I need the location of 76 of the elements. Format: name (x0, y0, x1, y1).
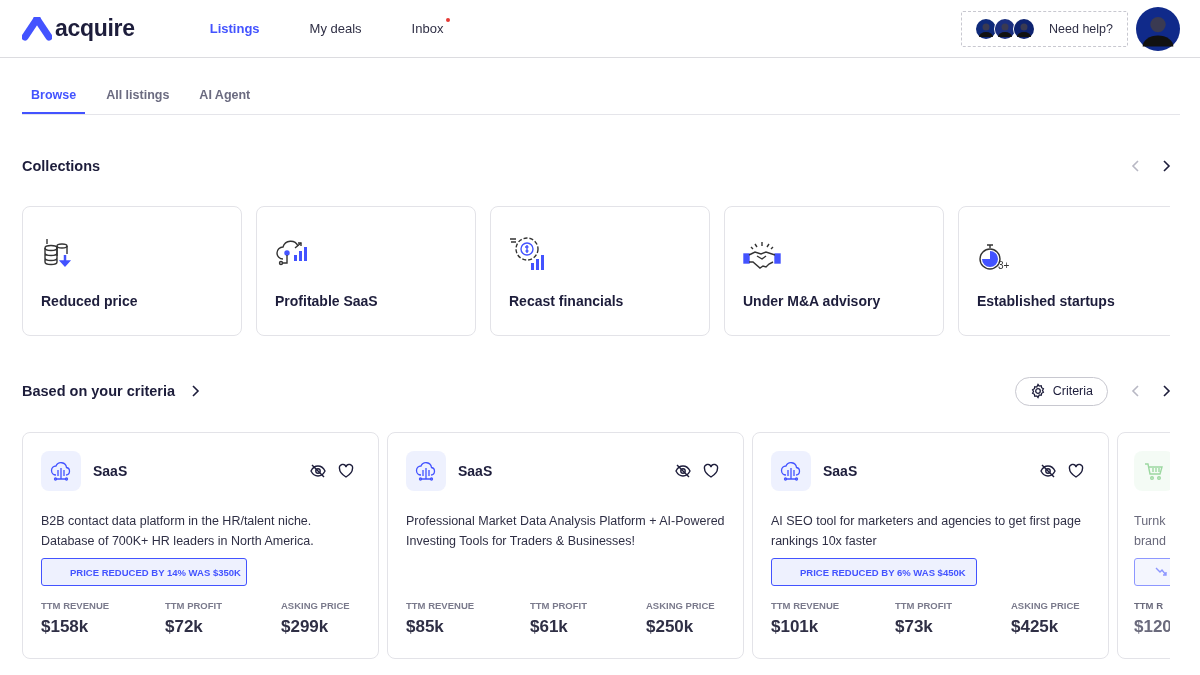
next-icon[interactable] (1160, 159, 1172, 173)
metric-value: $158k (41, 617, 90, 637)
logo-icon (22, 16, 52, 41)
cloud-icon (780, 460, 802, 482)
collection-card[interactable]: 3+ Established startups (958, 206, 1170, 336)
icon-label: 3+ (998, 260, 1010, 271)
collection-label: Reduced price (41, 293, 139, 309)
metric-label: TTM REVENUE (406, 600, 476, 611)
collection-card[interactable]: Recast financials (490, 206, 710, 336)
nav-link[interactable]: Inbox (386, 21, 469, 36)
metric-value: $85k (406, 617, 445, 637)
cloud-icon (415, 460, 437, 482)
logo-text[interactable]: acquire (55, 15, 135, 42)
next-icon[interactable] (189, 384, 202, 398)
metric-value: $72k (165, 617, 204, 637)
listing-description: brand (1134, 533, 1167, 550)
criteria-button[interactable]: Criteria (1014, 376, 1108, 406)
tab[interactable]: Browse (22, 80, 86, 114)
category-label: SaaS (93, 463, 128, 479)
cloud-icon (50, 460, 72, 482)
metric-label: TTM PROFIT (530, 600, 588, 611)
settings-icon (1029, 383, 1046, 399)
metric-label: TTM PROFIT (165, 600, 223, 611)
category-label: SaaS (458, 463, 493, 479)
category-label: SaaS (823, 463, 858, 479)
cart-icon (1144, 461, 1164, 481)
tab[interactable]: AI Agent (190, 80, 260, 114)
support-avatar (994, 17, 1017, 40)
listing-description: AI SEO tool for marketers and agencies to get first page rankings 10x faster (771, 513, 1082, 550)
collection-card[interactable]: Profitable SaaS (256, 206, 476, 336)
user-avatar[interactable] (1136, 6, 1180, 51)
heart-icon[interactable] (338, 463, 354, 479)
next-icon[interactable] (1160, 384, 1172, 398)
collection-card[interactable]: Under M&A advisory (724, 206, 944, 336)
price-reduced-badge: PRICE REDUCED BY 14% WAS $350K (41, 558, 247, 586)
heart-icon[interactable] (1068, 463, 1084, 479)
collection-label: Profitable SaaS (275, 293, 379, 309)
nav-link[interactable]: My deals (284, 21, 387, 36)
hide-icon[interactable] (675, 463, 691, 479)
metric-value: $73k (895, 617, 934, 637)
handshake-icon (743, 241, 781, 271)
metric-value: $101k (771, 617, 820, 637)
collection-label: Recast financials (509, 293, 625, 309)
metric-label: ASKING PRICE (281, 600, 350, 611)
listing-description: Turnk (1134, 513, 1167, 530)
metric-label: TTM REVENUE (41, 600, 111, 611)
section-title: Collections (22, 158, 101, 174)
listing-card[interactable]: SaaS AI SEO tool for marketers and agencies to get first page rankings 10x faster PRICE REDUCED BY 6% WAS $450K TTM REVENUE $101k TTM PROFIT $73k ASKING PRICE $425k (752, 432, 1109, 659)
metric-label: ASKING PRICE (646, 600, 715, 611)
listing-card[interactable]: SaaS Professional Market Data Analysis Platform + AI-Powered Investing Tools for Traders & Businesses! TTM REVENUE $85k TTM PROFIT $61k ASKING PRICE $250k (387, 432, 744, 659)
listing-description: Professional Market Data Analysis Platform + AI-Powered Investing Tools for Traders & Businesses! (406, 513, 725, 550)
support-avatar (975, 17, 998, 40)
collection-label: Established startups (977, 293, 1116, 309)
listing-description: B2B contact data platform in the HR/talent niche. Database of 700K+ HR leaders in North America. (41, 513, 315, 550)
metric-label: TTM R (1134, 600, 1165, 611)
metric-label: TTM REVENUE (771, 600, 841, 611)
metric-value: $250k (646, 617, 695, 637)
metric-value: $61k (530, 617, 569, 637)
metric-value: $425k (1011, 617, 1060, 637)
hide-icon[interactable] (1040, 463, 1056, 479)
gear-chart-icon (509, 235, 547, 271)
collection-card[interactable]: Reduced price (22, 206, 242, 336)
support-avatar (1013, 17, 1036, 40)
tab[interactable]: All listings (97, 80, 179, 114)
metric-value: $299k (281, 617, 330, 637)
hide-icon[interactable] (310, 463, 326, 479)
collection-label: Under M&A advisory (743, 293, 882, 309)
listing-card[interactable]: SaaS B2B contact data platform in the HR/talent niche. Database of 700K+ HR leaders in North America. PRICE REDUCED BY 14% WAS $350K TTM REVENUE $158k TTM PROFIT $72k ASKING PRICE $299k (22, 432, 379, 659)
need-help-button[interactable]: Need help? (961, 10, 1128, 47)
metric-label: TTM PROFIT (895, 600, 953, 611)
price-reduced-badge: PRICE REDUCED BY 6% WAS $450K (771, 558, 977, 586)
heart-icon[interactable] (703, 463, 719, 479)
nav-link[interactable]: Listings (184, 21, 285, 36)
metric-label: ASKING PRICE (1011, 600, 1080, 611)
trend-down-icon (1155, 567, 1167, 577)
section-title: Based on your criteria (22, 383, 176, 399)
